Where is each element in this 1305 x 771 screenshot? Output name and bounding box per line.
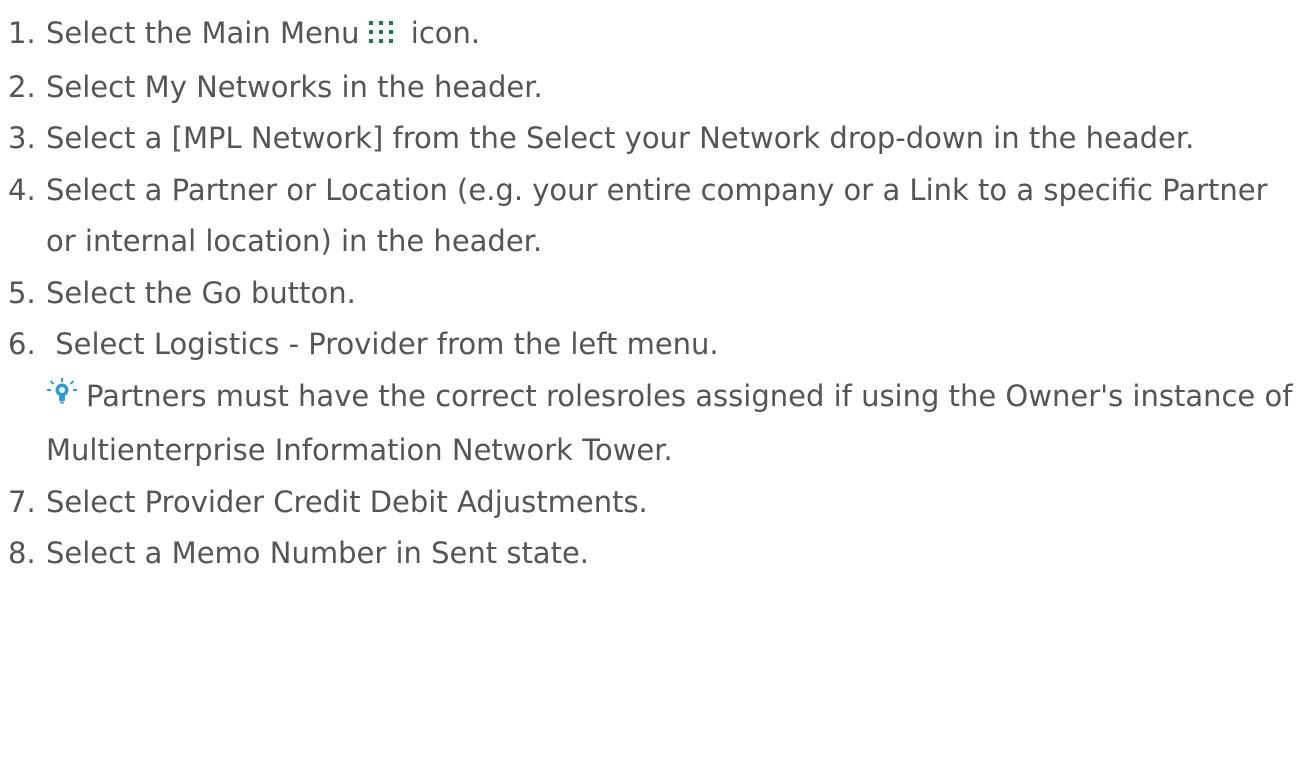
step-text: Select the Go button. [46,275,356,310]
step-text: Select Logistics - Provider from the lef… [46,327,719,361]
step-number: 4. [8,172,36,207]
step-4: 4. Select a Partner or Location (e.g. yo… [8,165,1305,268]
step-text: Select the Main Menu icon. [46,8,1305,62]
main-menu-grid-icon [366,10,396,62]
step-number: 8. [8,536,36,570]
step-text-before: Select the Main Menu [46,16,360,50]
step-3: 3. Select a [MPL Network] from the Selec… [8,113,1305,165]
step-text: Select a Partner or Location (e.g. your … [46,172,1268,259]
step-number: 7. [8,484,36,519]
step-2: 2. Select My Networks in the header. [8,62,1305,114]
lightbulb-tip-icon [46,374,78,426]
instruction-steps: 1. Select the Main Menu icon. 2. Select … [0,0,1305,580]
step-number: 6. [8,327,36,361]
step-text-after: icon. [401,16,481,50]
step-text: Select Provider Credit Debit Adjustments… [46,484,648,519]
tip-note: Partners must have the correct rolesrole… [46,371,1305,477]
step-text: Select a Memo Number in Sent state. [46,536,590,570]
step-text: Select a [MPL Network] from the Select y… [46,121,1195,155]
step-number: 5. [8,275,36,310]
step-number: 1. [8,16,36,50]
step-5: 5. Select the Go button. [8,268,1305,320]
step-number: 2. [8,69,36,104]
step-number: 3. [8,121,36,155]
step-1: 1. Select the Main Menu icon. [8,8,1305,62]
tip-note-text: Partners must have the correct rolesrole… [46,378,1293,468]
step-6: 6. Select Logistics - Provider from the … [8,319,1305,477]
step-7: 7. Select Provider Credit Debit Adjustme… [8,477,1305,529]
step-8: 8. Select a Memo Number in Sent state. [8,528,1305,580]
step-text: Select My Networks in the header. [46,69,543,104]
step-content: Select Logistics - Provider from the lef… [46,319,1305,477]
